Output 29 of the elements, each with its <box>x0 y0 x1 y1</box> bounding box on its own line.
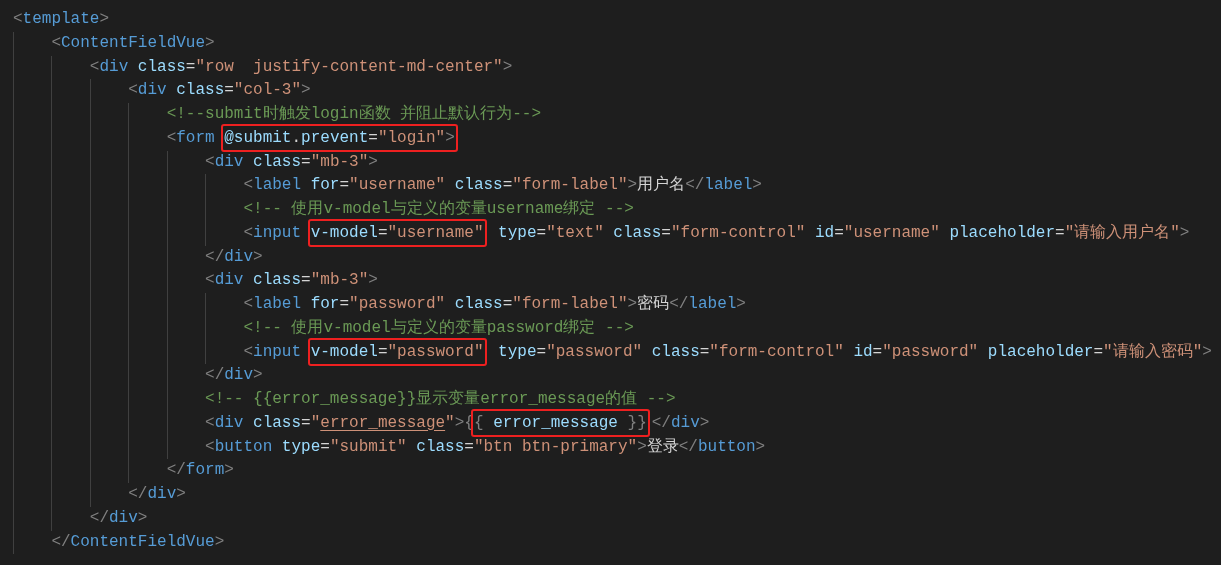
highlighted-code: v-model="username" <box>307 218 487 247</box>
code-text: <!--submit时触发login函数 并阻止默认行为--> <box>166 105 542 123</box>
code-text: <ContentFieldVue> <box>51 33 215 52</box>
code-text: <input <box>243 342 303 361</box>
code-text: type="password" class="form-control" id="password" placeholder="请输入密码"> <box>497 342 1212 361</box>
code-text: type="text" class="form-control" id="username" placeholder="请输入用户名"> <box>497 223 1190 242</box>
code-text: <!-- 使用v-model与定义的变量username绑定 --> <box>243 200 634 218</box>
code-text: </div> <box>651 413 710 432</box>
highlighted-code: { error_message }} <box>470 408 650 437</box>
code-text: <div class="col-3"> <box>128 81 311 100</box>
code-text: <div class="mb-3"> <box>205 271 378 290</box>
code-text: <template> <box>13 10 110 28</box>
code-text: </div> <box>89 508 148 527</box>
code-text: <div class="mb-3"> <box>205 152 378 171</box>
code-text: <form <box>166 128 216 147</box>
code-text: <div class="row justify-content-md-center"> <box>89 57 513 76</box>
code-text: <!-- {{error_message}}显示变量error_message的值 --> <box>205 390 676 408</box>
code-text: </ContentFieldVue> <box>51 532 225 551</box>
code-text: <input <box>243 223 303 242</box>
highlighted-code: v-model="password" <box>307 337 487 366</box>
code-text: </div> <box>205 366 263 385</box>
code-text: </div> <box>205 247 263 266</box>
code-text: <!-- 使用v-model与定义的变量password绑定 --> <box>243 318 634 337</box>
code-text: </form> <box>166 461 234 480</box>
highlighted-code: @submit.prevent="login"> <box>221 123 458 152</box>
code-text: <label for="username" class="form-label">用户名</label> <box>243 176 762 195</box>
code-text: </div> <box>128 485 186 503</box>
code-text: <button type="submit" class="btn btn-primary">登录</button> <box>205 437 766 456</box>
code-text: <label for="password" class="form-label">密码</label> <box>243 295 746 313</box>
